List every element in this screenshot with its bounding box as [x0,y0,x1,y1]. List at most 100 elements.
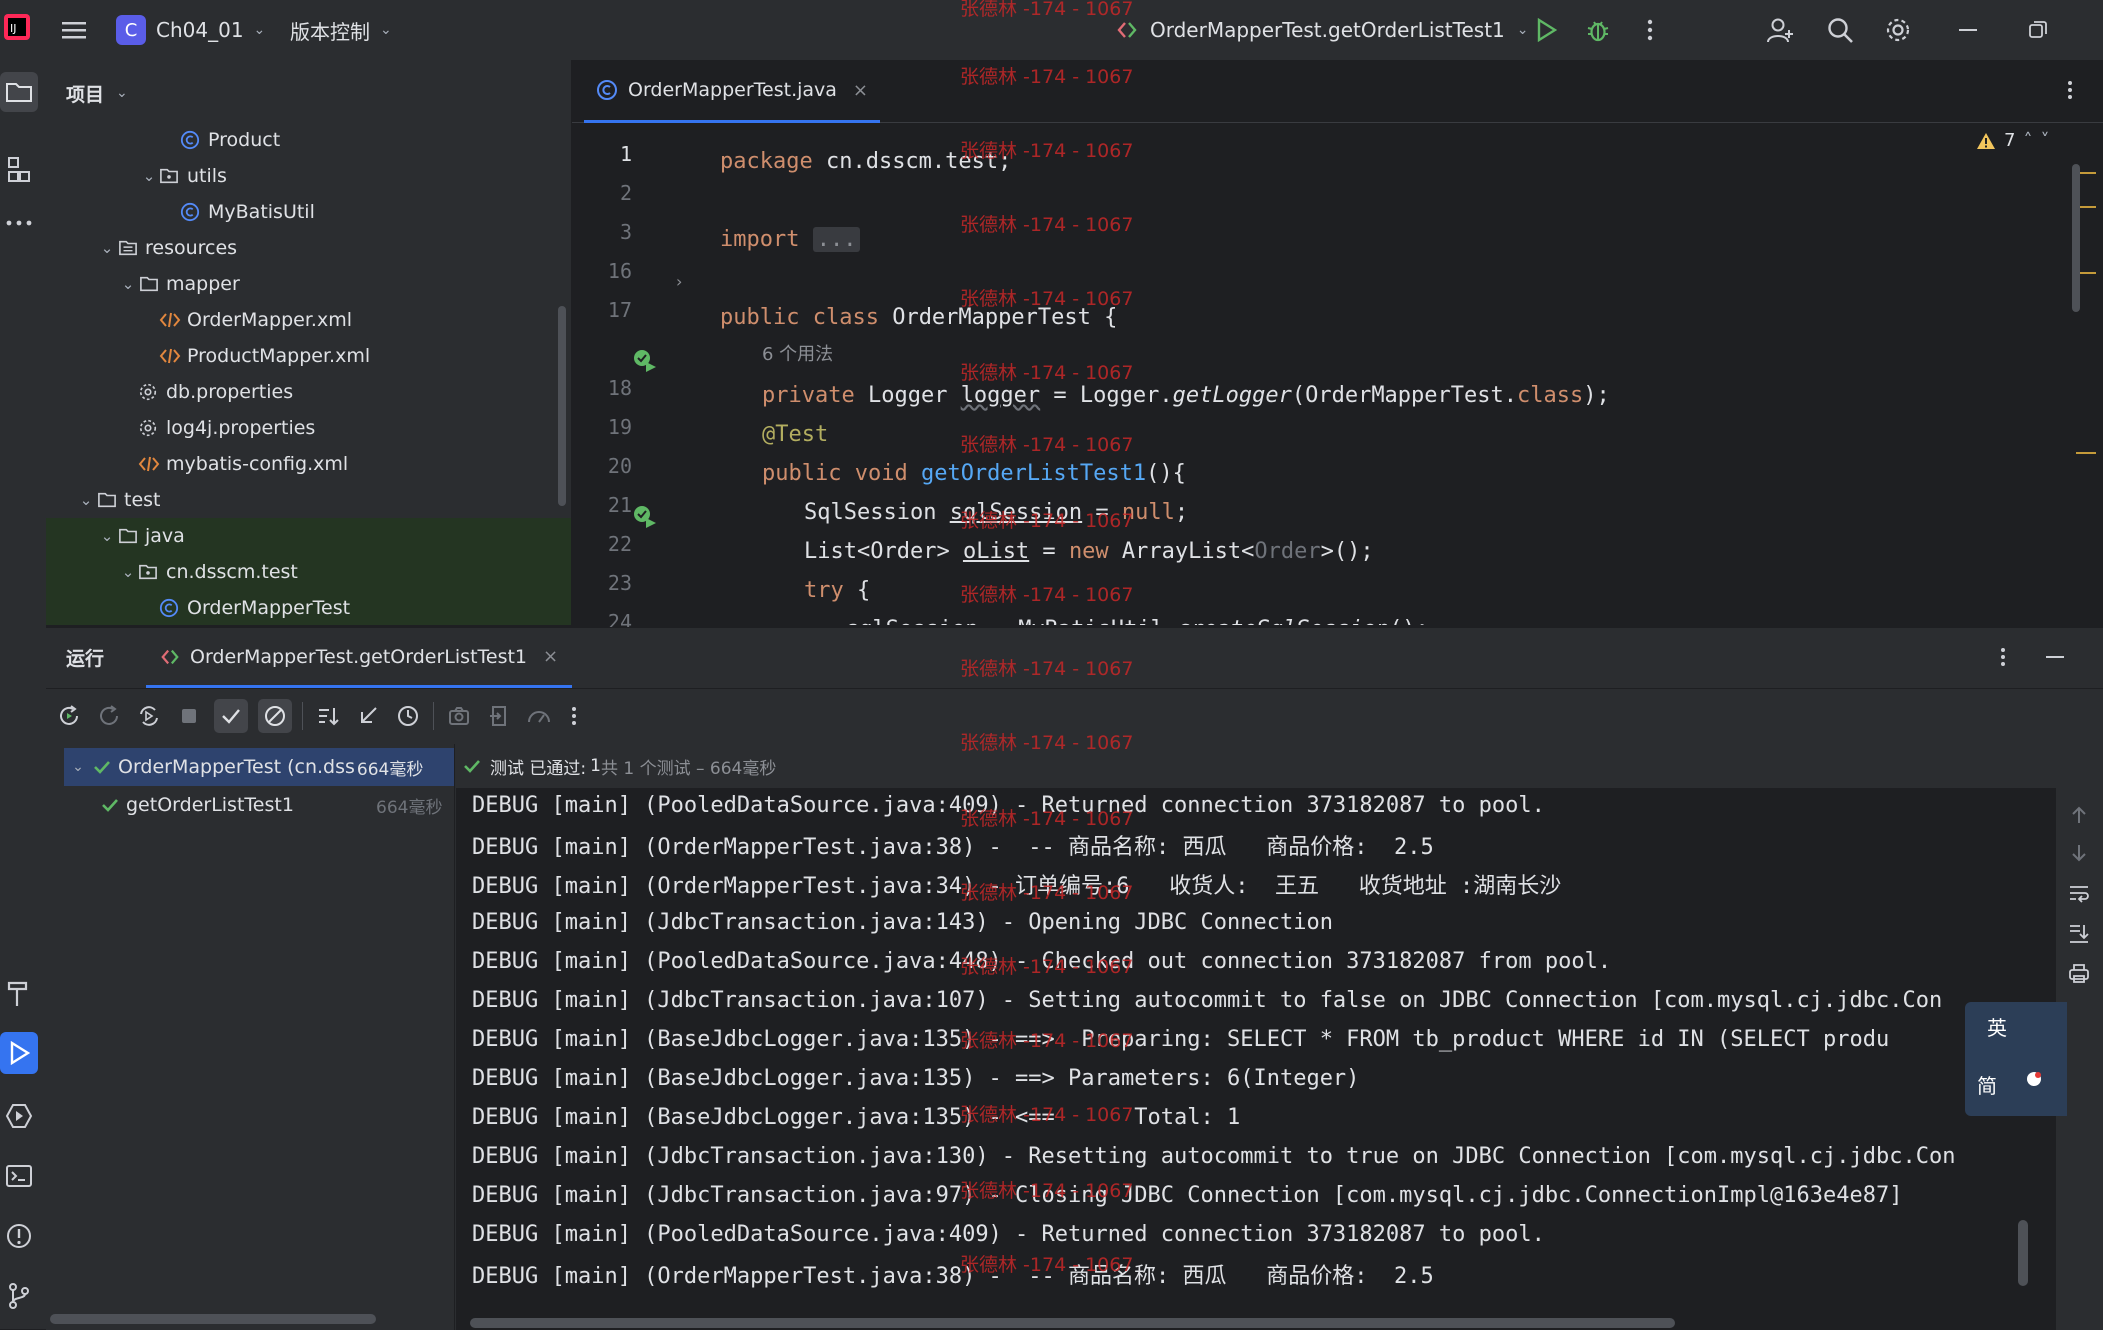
code-token: ; [1174,500,1189,525]
debug-bug-icon[interactable] [1580,12,1616,48]
tree-item-label: utils [187,165,227,187]
tree-item-product[interactable]: Product [46,122,571,158]
sort-alpha-icon[interactable] [313,699,343,733]
chevron-down-icon[interactable]: ⌄ [118,563,138,581]
test-status-summary: 共 1 个测试 – 664毫秒 [600,758,777,779]
tree-item-utils[interactable]: ⌄ utils [46,158,571,194]
test-suite-row[interactable]: ⌄ OrderMapperTest (cn.dss 664毫秒 [64,748,454,786]
toggle-auto-test-icon[interactable] [134,699,164,733]
usages-hint[interactable]: 6 个用法 [762,338,833,368]
more-actions-icon[interactable] [1632,12,1668,48]
console-output[interactable]: DEBUG [main] (PooledDataSource.java:409)… [456,792,2011,1314]
close-tab-icon[interactable]: × [853,80,868,101]
vcs-menu[interactable]: 版本控制 ⌄ [290,14,392,46]
tree-item-productmapper-xml[interactable]: ProductMapper.xml [46,338,571,374]
inspection-widget[interactable]: 7 ˄ ˅ [1976,130,2049,151]
ime-indicator[interactable]: 英 简 [1965,1002,2067,1116]
test-history-clock-icon[interactable] [393,699,423,733]
tree-item-cn-dsscm-test[interactable]: ⌄ cn.dsscm.test [46,554,571,590]
tree-horizontal-scrollbar[interactable] [50,1314,376,1324]
tree-item-java[interactable]: ⌄ java [46,518,571,554]
code-area[interactable]: package cn.dsscm.test; import ... public… [696,124,2076,625]
console-horizontal-scrollbar[interactable] [470,1318,1675,1328]
services-icon[interactable] [0,1096,38,1136]
project-badge: C [116,15,146,45]
chevron-up-icon[interactable]: ˄ [2023,130,2032,151]
chevron-down-icon[interactable]: ⌄ [118,275,138,293]
run-tool-icon[interactable] [0,1032,38,1074]
hide-panel-icon[interactable] [2040,642,2070,672]
project-panel-title: 项目 [66,83,105,106]
chevron-down-icon[interactable]: ⌄ [97,239,117,257]
show-ignored-icon[interactable] [258,699,292,733]
code-token: class [1517,383,1584,408]
tree-item-log4j-properties[interactable]: log4j.properties [46,410,571,446]
coverage-icon[interactable] [524,699,554,733]
import-tests-icon[interactable] [484,699,514,733]
soft-wrap-icon[interactable] [2064,878,2094,908]
run-toolbar [46,690,2103,742]
project-folder-icon[interactable] [0,72,38,112]
git-branch-icon[interactable] [0,1276,38,1316]
up-arrow-icon[interactable] [2064,800,2094,830]
stop-icon[interactable] [174,699,204,733]
toolbar-more-icon[interactable] [564,699,584,733]
build-hammer-icon[interactable] [0,974,38,1014]
tree-item-ordermappertest[interactable]: OrderMapperTest [46,590,571,625]
console-log-line: DEBUG [main] (OrderMapperTest.java:34) -… [472,873,1562,899]
code-token: List<Order> [804,539,963,564]
structure-icon[interactable] [0,150,38,190]
console-log-line: DEBUG [main] (PooledDataSource.java:409)… [472,793,1545,818]
minimize-window-icon[interactable] [1950,12,1986,48]
tree-item-mybatis-config-xml[interactable]: mybatis-config.xml [46,446,571,482]
add-user-icon[interactable] [1762,12,1798,48]
camera-icon[interactable] [444,699,474,733]
run-tab[interactable]: OrderMapperTest.getOrderListTest1 × [146,628,573,688]
chevron-down-icon[interactable]: ⌄ [97,527,117,545]
run-more-icon[interactable] [1988,642,2018,672]
tree-item-db-properties[interactable]: db.properties [46,374,571,410]
run-button[interactable] [1528,12,1564,48]
problems-icon[interactable] [0,1216,38,1256]
rerun-icon[interactable] [54,699,84,733]
chevron-down-icon: ⌄ [116,85,128,101]
tree-item-mybatisutil[interactable]: MyBatisUtil [46,194,571,230]
test-method-row[interactable]: getOrderListTest1 664毫秒 [64,786,454,824]
editor-scrollbar[interactable] [2072,164,2080,312]
folded-imports[interactable]: ... [812,227,861,252]
tree-item-ordermapper-xml[interactable]: OrderMapper.xml [46,302,571,338]
show-passed-icon[interactable] [214,699,248,733]
tree-item-test[interactable]: ⌄ test [46,482,571,518]
terminal-icon[interactable] [0,1156,38,1196]
rerun-failed-icon[interactable] [94,699,124,733]
tree-item-mapper[interactable]: ⌄ mapper [46,266,571,302]
main-menu-icon[interactable] [56,12,92,48]
tree-scrollbar[interactable] [558,306,566,506]
editor-more-icon[interactable] [2052,72,2088,108]
close-tab-icon[interactable]: × [543,646,558,667]
chevron-down-icon[interactable]: ⌄ [76,491,96,509]
project-switcher[interactable]: C Ch04_01 ⌄ [116,14,265,46]
tree-item-resources[interactable]: ⌄ resources [46,230,571,266]
collapse-all-icon[interactable] [353,699,383,733]
settings-gear-icon[interactable] [1880,12,1916,48]
restore-window-icon[interactable] [2020,12,2056,48]
search-icon[interactable] [1822,12,1858,48]
print-icon[interactable] [2064,958,2094,988]
chevron-down-icon[interactable]: ⌄ [139,167,159,185]
console-vertical-scrollbar[interactable] [2018,1220,2028,1286]
code-token: import [720,227,800,252]
run-test-gutter-icon[interactable] [632,348,658,374]
code-token: (OrderMapperTest. [1291,383,1518,408]
editor-tab-ordermappertest[interactable]: OrderMapperTest.java × [584,60,881,123]
down-arrow-icon[interactable] [2064,838,2094,868]
error-stripe-mark[interactable] [2076,448,2096,458]
more-tools-icon[interactable] [0,208,38,238]
run-config-selector[interactable]: OrderMapperTest.getOrderListTest1 ⌄ [1116,14,1529,46]
scroll-to-end-icon[interactable] [2064,918,2094,948]
line-number: 2 [619,181,632,205]
chevron-down-icon[interactable]: ˅ [2040,130,2049,151]
project-view-selector[interactable]: 项目 ⌄ [66,78,128,108]
fold-chevron-icon[interactable]: › [676,272,682,291]
run-test-gutter-icon[interactable] [632,504,658,530]
